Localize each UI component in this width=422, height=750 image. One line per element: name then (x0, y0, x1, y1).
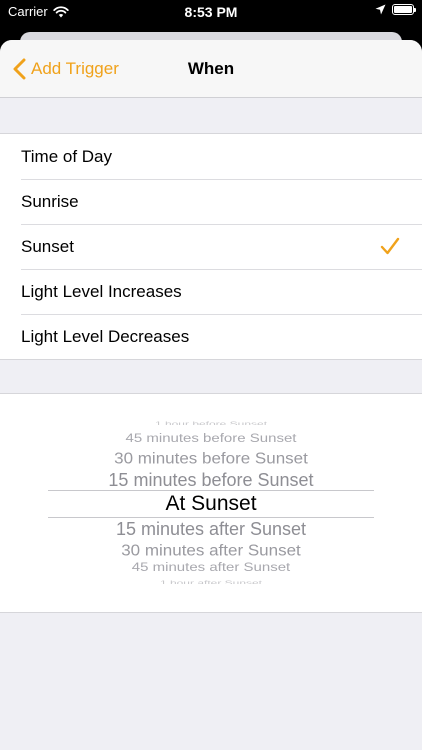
picker-item[interactable]: 45 minutes after Sunset (0, 561, 422, 575)
picker-item[interactable]: 1 hour before Sunset (0, 420, 422, 425)
picker-item[interactable]: 15 minutes after Sunset (0, 519, 422, 539)
option-label: Sunset (21, 236, 74, 256)
option-sunrise[interactable]: Sunrise (0, 179, 422, 224)
picker-item[interactable]: 30 minutes after Sunset (0, 542, 422, 559)
battery-fill (394, 6, 412, 13)
picker-item-selected[interactable]: At Sunset (0, 492, 422, 516)
status-time: 8:53 PM (184, 4, 238, 20)
option-label: Sunrise (21, 191, 79, 211)
picker-selection-line-top (48, 490, 374, 491)
option-sunset[interactable]: Sunset (0, 224, 422, 269)
picker-item[interactable]: 45 minutes before Sunset (0, 432, 422, 446)
option-label: Time of Day (21, 146, 113, 166)
status-right (375, 4, 416, 15)
picker-item[interactable]: 15 minutes before Sunset (0, 470, 422, 490)
location-arrow-icon (375, 4, 386, 15)
offset-picker[interactable]: 1 hour before Sunset 45 minutes before S… (0, 393, 422, 613)
picker-item[interactable]: 1 hour after Sunset (0, 579, 422, 584)
picker-item[interactable]: 30 minutes before Sunset (0, 450, 422, 467)
screen: Carrier 8:53 PM Add Trigger When Time of… (0, 0, 422, 750)
checkmark-icon (380, 237, 400, 255)
chevron-left-icon (13, 58, 26, 80)
option-label: Light Level Increases (21, 281, 182, 301)
back-button-label: Add Trigger (31, 59, 119, 78)
back-button[interactable]: Add Trigger (12, 58, 119, 80)
option-light-level-decreases[interactable]: Light Level Decreases (0, 314, 422, 359)
status-bar: Carrier 8:53 PM (0, 0, 422, 24)
when-sheet: Add Trigger When Time of Day Sunrise Sun… (0, 40, 422, 750)
option-light-level-increases[interactable]: Light Level Increases (0, 269, 422, 314)
navigation-bar: Add Trigger When (0, 40, 422, 98)
battery-icon (392, 4, 416, 15)
trigger-options-list: Time of Day Sunrise Sunset Light Level I… (0, 133, 422, 360)
picker-selection-line-bottom (48, 517, 374, 518)
option-label: Light Level Decreases (21, 326, 190, 346)
option-time-of-day[interactable]: Time of Day (0, 134, 422, 179)
